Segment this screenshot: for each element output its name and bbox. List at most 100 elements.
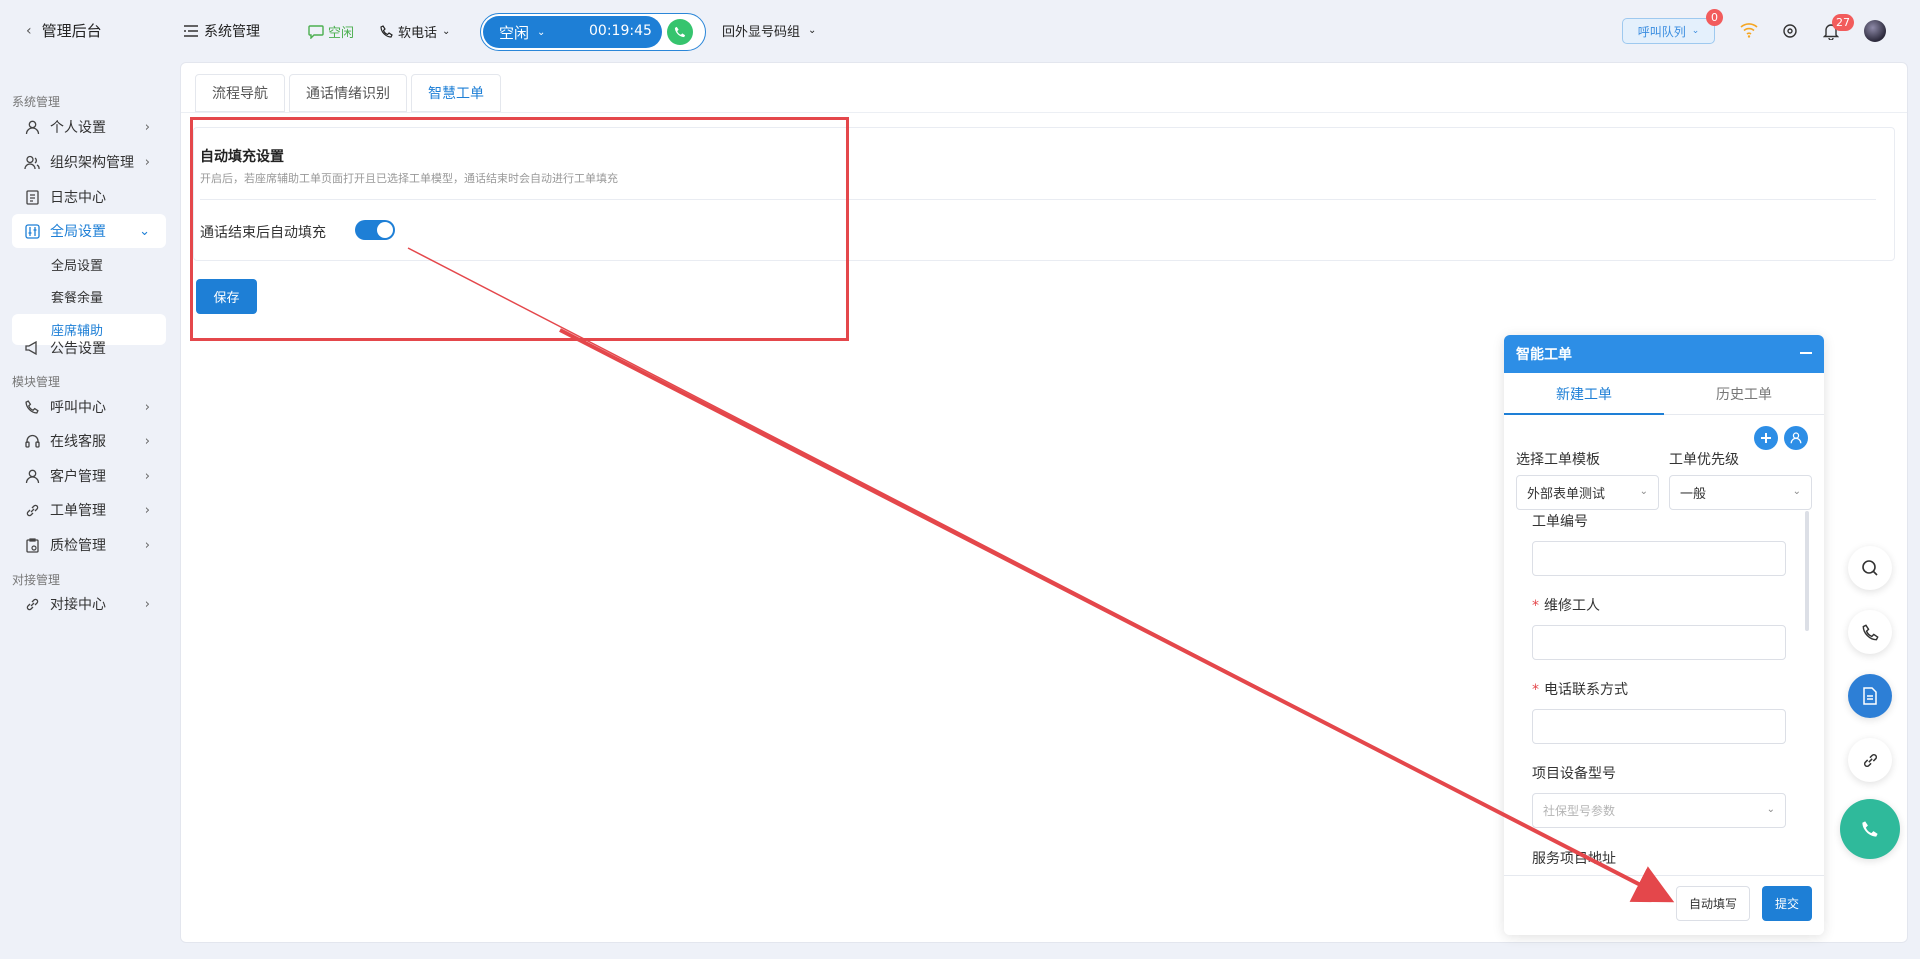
sidebar-item-label: 公告设置 (50, 341, 106, 357)
autofill-button[interactable]: 自动填写 (1676, 886, 1750, 921)
link-icon (23, 503, 41, 518)
search-fab[interactable] (1848, 546, 1892, 590)
system-label: 系统管理 (204, 24, 260, 40)
agent-status-label: 空闲 (328, 26, 355, 41)
link-fab[interactable] (1848, 738, 1892, 782)
answer-call-button[interactable] (667, 19, 693, 45)
submit-button[interactable]: 提交 (1762, 886, 1812, 921)
chat-bubble-icon (308, 24, 324, 39)
document-icon (1863, 687, 1877, 705)
user-icon (23, 469, 41, 484)
call-status-label: 空闲 (499, 23, 530, 42)
wifi-icon[interactable] (1740, 22, 1758, 38)
system-menu[interactable]: 系统管理 (184, 21, 260, 41)
device-select[interactable]: 社保型号参数 ⌄ (1532, 793, 1786, 828)
phone-input[interactable] (1532, 709, 1786, 744)
chevron-right-icon: › (144, 399, 150, 415)
avatar[interactable] (1864, 20, 1886, 42)
call-queue-button[interactable]: 呼叫队列 ⌄ (1622, 18, 1715, 44)
tab-new-ticket[interactable]: 新建工单 (1504, 373, 1664, 414)
phone-icon (380, 25, 393, 38)
sidebar-subitem-package[interactable]: 套餐余量 (12, 281, 166, 312)
minimize-icon[interactable] (1800, 352, 1812, 354)
sidebar-item-label: 全局设置 (50, 224, 106, 240)
panel-tabs: 新建工单 历史工单 (1504, 373, 1824, 415)
sidebar-item-org[interactable]: 组织架构管理 › (12, 145, 166, 179)
sidebar-item-callcenter[interactable]: 呼叫中心 › (12, 390, 166, 424)
chevron-down-icon: ⌄ (1691, 26, 1700, 36)
add-button[interactable] (1754, 426, 1778, 450)
call-fab[interactable] (1840, 799, 1900, 859)
sidebar-item-label: 客户管理 (50, 469, 106, 485)
template-select[interactable]: 外部表单测试 ⌄ (1516, 475, 1659, 510)
sidebar-item-global-settings[interactable]: 全局设置 ⌄ (12, 214, 166, 248)
ticket-no-input[interactable] (1532, 541, 1786, 576)
active-tab-indicator (1504, 413, 1664, 415)
sidebar-item-ticket[interactable]: 工单管理 › (12, 493, 166, 527)
phone-fab[interactable] (1848, 610, 1892, 654)
priority-select[interactable]: 一般 ⌄ (1669, 475, 1812, 510)
field-worker-text: 维修工人 (1544, 598, 1600, 614)
section-title-module: 模块管理 (12, 375, 61, 389)
chevron-down-icon: ⌄ (537, 26, 546, 38)
user-icon (1790, 432, 1802, 444)
megaphone-icon (23, 341, 41, 355)
call-timer: 00:19:45 (589, 23, 652, 39)
plus-icon (1761, 433, 1771, 443)
panel-scrollbar[interactable] (1805, 511, 1809, 631)
call-status-pill[interactable]: 空闲 ⌄ 00:19:45 (483, 16, 662, 48)
notification-badge: 27 (1832, 14, 1854, 31)
sidebar-item-online[interactable]: 在线客服 › (12, 424, 166, 458)
call-status-dropdown[interactable]: 空闲 ⌄ (499, 22, 545, 43)
search-icon (1862, 560, 1878, 576)
outbound-group-dropdown[interactable]: 回外显号码组 ⌄ (722, 21, 816, 40)
back-label: 管理后台 (41, 22, 102, 40)
smart-ticket-panel: 智能工单 新建工单 历史工单 选择工单模板 工单优先级 外部表单测试 ⌄ 一般 … (1504, 335, 1824, 935)
section-title-integration: 对接管理 (12, 573, 61, 587)
tab-bar: 流程导航 通话情绪识别 智慧工单 (195, 74, 505, 112)
chevron-right-icon: › (144, 154, 150, 170)
tab-divider (181, 112, 1907, 113)
chevron-right-icon: › (144, 596, 150, 612)
chevron-right-icon: › (144, 433, 150, 449)
ticket-fab[interactable] (1848, 674, 1892, 718)
sidebar-item-customer[interactable]: 客户管理 › (12, 459, 166, 493)
priority-select-value: 一般 (1680, 487, 1707, 502)
user-icon (23, 120, 41, 135)
field-label-ticket-no: 工单编号 (1532, 514, 1588, 530)
field-label-worker: * 维修工人 (1532, 598, 1600, 614)
link-icon (23, 597, 41, 612)
back-link[interactable]: ‹ 管理后台 (26, 20, 102, 41)
sidebar-item-qc[interactable]: 质检管理 › (12, 528, 166, 562)
tab-flow-nav[interactable]: 流程导航 (195, 74, 285, 112)
worker-input[interactable] (1532, 625, 1786, 660)
sidebar-item-label: 对接中心 (50, 597, 106, 613)
annotation-highlight-box (190, 117, 849, 341)
sidebar-item-label: 质检管理 (50, 538, 106, 554)
chevron-right-icon: › (144, 502, 150, 518)
sidebar-item-log[interactable]: 日志中心 (12, 180, 166, 214)
softphone-label: 软电话 (398, 26, 438, 41)
sidebar-item-integration[interactable]: 对接中心 › (12, 587, 166, 621)
priority-label: 工单优先级 (1669, 452, 1739, 468)
settings-icon[interactable] (1782, 23, 1798, 39)
chevron-down-icon: ⌄ (1766, 804, 1775, 815)
sidebar-subitem-global[interactable]: 全局设置 (12, 249, 166, 280)
tab-emotion[interactable]: 通话情绪识别 (289, 74, 407, 112)
tab-smart-ticket[interactable]: 智慧工单 (411, 74, 501, 112)
agent-status[interactable]: 空闲 (308, 22, 354, 41)
template-select-value: 外部表单测试 (1527, 487, 1606, 502)
chevron-down-icon: ⌄ (1792, 486, 1801, 497)
chevron-right-icon: › (144, 119, 150, 135)
panel-title: 智能工单 (1516, 347, 1572, 363)
sidebar-item-announce[interactable]: 公告设置 (12, 331, 166, 365)
assign-user-button[interactable] (1784, 426, 1808, 450)
sidebar-item-label: 日志中心 (50, 190, 106, 206)
chevron-right-icon: › (144, 468, 150, 484)
field-label-address: 服务项目地址 (1532, 851, 1616, 867)
softphone-dropdown[interactable]: 软电话 ⌄ (380, 22, 450, 41)
template-label: 选择工单模板 (1516, 452, 1600, 468)
sidebar-item-personal[interactable]: 个人设置 › (12, 110, 166, 144)
tab-history-ticket[interactable]: 历史工单 (1664, 373, 1824, 414)
chevron-left-icon: ‹ (26, 22, 32, 39)
